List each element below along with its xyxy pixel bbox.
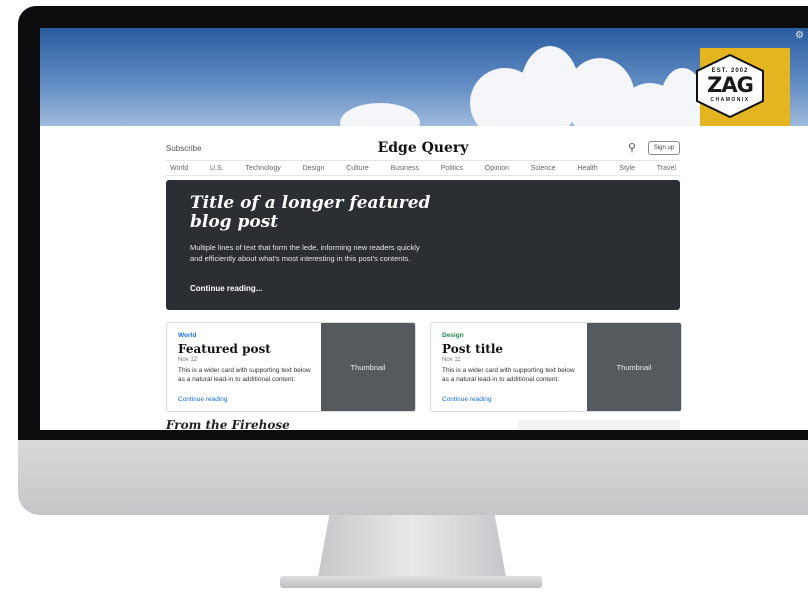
nav-item-travel[interactable]: Travel	[657, 165, 676, 172]
nav-item-culture[interactable]: Culture	[346, 165, 369, 172]
card-category[interactable]: Design	[442, 332, 464, 339]
blog-page: Subscribe Edge Query ⚲ Sign up World U.S…	[40, 126, 808, 430]
featured-hero: Title of a longer featured blog post Mul…	[166, 180, 680, 310]
card-continue-link[interactable]: Continue reading	[442, 396, 492, 403]
card-title: Featured post	[178, 342, 271, 356]
nav-item-politics[interactable]: Politics	[441, 165, 463, 172]
card-title: Post title	[442, 342, 504, 356]
card-text: This is a wider card with supporting tex…	[442, 367, 575, 383]
signup-button[interactable]: Sign up	[648, 141, 680, 155]
card-category[interactable]: World	[178, 332, 196, 339]
continue-reading-link[interactable]: Continue reading...	[190, 284, 262, 293]
card-date: Nov 11	[442, 357, 461, 363]
card-thumbnail: Thumbnail	[587, 323, 681, 411]
hero-title: Title of a longer featured blog post	[190, 193, 431, 232]
monitor-base	[280, 576, 542, 588]
nav-item-technology[interactable]: Technology	[245, 165, 280, 172]
nav-item-business[interactable]: Business	[391, 165, 419, 172]
monitor-screen: EST. 2002 ZAG CHAMONIX ⚙ Subscribe Edge …	[40, 28, 808, 430]
site-title[interactable]: Edge Query	[166, 140, 680, 156]
category-nav: World U.S. Technology Design Culture Bus…	[166, 160, 680, 176]
nav-item-world[interactable]: World	[170, 165, 188, 172]
search-icon[interactable]: ⚲	[628, 141, 636, 154]
settings-icon[interactable]: ⚙	[795, 30, 804, 41]
nav-item-us[interactable]: U.S.	[210, 165, 224, 172]
badge-location: CHAMONIX	[710, 97, 750, 103]
post-card: Design Post title Nov 11 This is a wider…	[430, 322, 682, 412]
brand-badge: EST. 2002 ZAG CHAMONIX	[695, 53, 765, 119]
nav-item-design[interactable]: Design	[303, 165, 325, 172]
sidebar-box	[518, 420, 680, 430]
card-date: Nov 12	[178, 357, 198, 363]
card-thumbnail: Thumbnail	[321, 323, 415, 411]
monitor-chin	[18, 440, 808, 515]
section-heading: From the Firehose	[166, 418, 290, 430]
snow-tree	[340, 103, 420, 126]
nav-item-science[interactable]: Science	[531, 165, 556, 172]
card-text: This is a wider card with supporting tex…	[178, 367, 311, 383]
nav-item-opinion[interactable]: Opinion	[485, 165, 509, 172]
badge-brand: ZAG	[707, 73, 754, 97]
post-card: World Featured post Nov 12 This is a wid…	[166, 322, 416, 412]
hero-lede: Multiple lines of text that form the led…	[190, 243, 420, 263]
monitor-stand	[318, 515, 506, 577]
blog-header: Subscribe Edge Query ⚲ Sign up	[166, 138, 680, 160]
card-continue-link[interactable]: Continue reading	[178, 396, 228, 403]
nav-item-health[interactable]: Health	[577, 165, 597, 172]
nav-item-style[interactable]: Style	[619, 165, 635, 172]
hero-banner: EST. 2002 ZAG CHAMONIX ⚙	[40, 28, 808, 126]
